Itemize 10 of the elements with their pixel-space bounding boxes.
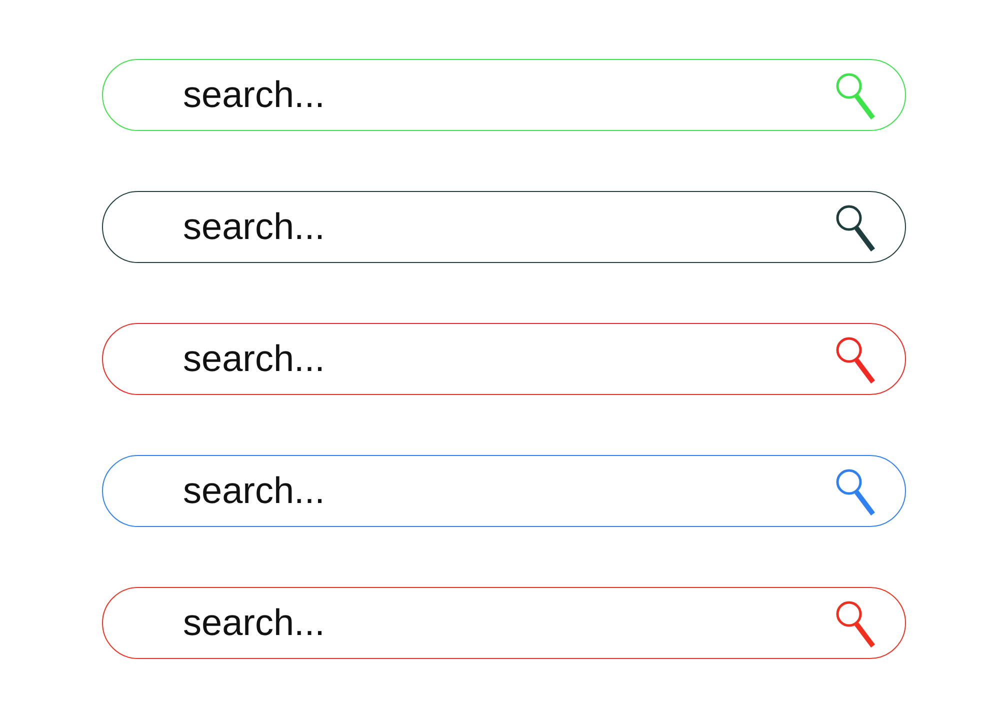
search-input[interactable]: search... [183, 334, 834, 384]
search-field[interactable]: search... [102, 455, 906, 527]
search-input[interactable]: search... [183, 202, 834, 252]
search-input[interactable]: search... [183, 466, 834, 516]
search-input[interactable]: search... [183, 598, 834, 648]
search-field[interactable]: search... [102, 323, 906, 395]
search-field[interactable]: search... [102, 191, 906, 263]
search-input[interactable]: search... [183, 70, 834, 120]
search-icon[interactable] [834, 204, 876, 252]
search-field[interactable]: search... [102, 587, 906, 659]
